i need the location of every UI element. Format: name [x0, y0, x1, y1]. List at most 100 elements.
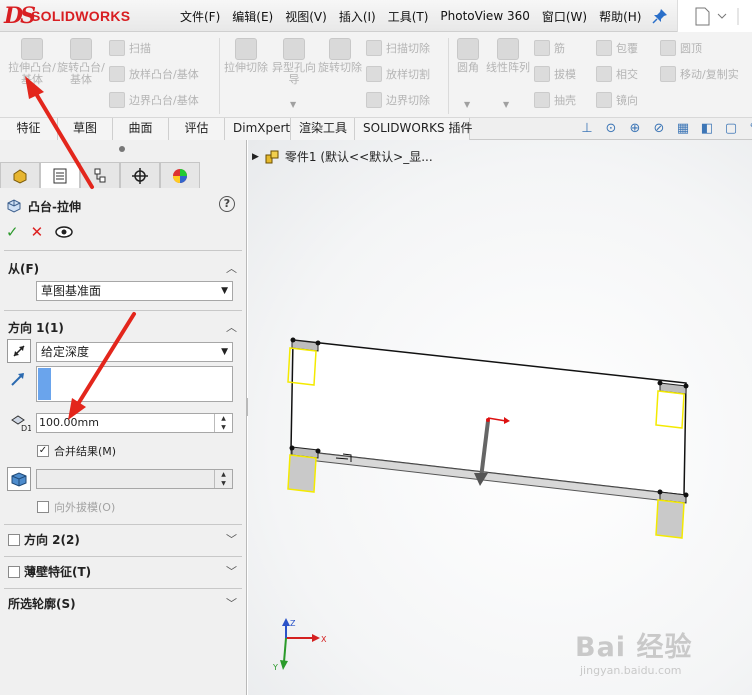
tab-sketch[interactable]: 草图: [58, 118, 113, 140]
reverse-direction-button[interactable]: [7, 339, 31, 363]
draft-outward-check[interactable]: [37, 501, 49, 513]
ok-checkmark-icon[interactable]: ✓: [6, 223, 19, 241]
zoom-area-icon[interactable]: ⊕: [626, 120, 644, 138]
hole-wizard-dropdown-icon[interactable]: ▼: [290, 100, 296, 109]
tab-evaluate[interactable]: 评估: [169, 118, 225, 140]
solidworks-logo[interactable]: DS SOLIDWORKS: [4, 3, 156, 29]
depth-input[interactable]: 100.00mm ▲ ▼: [36, 413, 233, 433]
menu-photoview[interactable]: PhotoView 360: [434, 9, 535, 23]
sweep-button[interactable]: 扫描: [109, 38, 151, 58]
svg-text:D1: D1: [21, 424, 31, 432]
intersect-button[interactable]: 相交: [596, 64, 638, 84]
dome-button[interactable]: 圆顶: [660, 38, 702, 58]
help-icon[interactable]: ?: [219, 196, 235, 212]
draft-spinner-arrows-icon[interactable]: ▲ ▼: [214, 470, 232, 488]
depth-spinner-arrows-icon[interactable]: ▲ ▼: [214, 414, 232, 432]
extrude-cut-button[interactable]: 拉伸切除: [222, 36, 270, 74]
loft-boss-button[interactable]: 放样凸台/基体: [109, 64, 199, 84]
revolve-cut-button[interactable]: 旋转切除: [316, 36, 364, 74]
dimxpert-manager-tab[interactable]: [120, 162, 160, 188]
menu-help[interactable]: 帮助(H): [593, 8, 647, 25]
display-manager-tab[interactable]: [160, 162, 200, 188]
tab-render-tools[interactable]: 渲染工具: [291, 118, 355, 140]
corner-box-bottom-right: [655, 491, 687, 539]
expand-chevron-down-icon[interactable]: ﹀: [226, 595, 237, 610]
tab-surfaces[interactable]: 曲面: [113, 118, 169, 140]
direction-reference-list[interactable]: [36, 366, 233, 402]
section-view-icon[interactable]: ▦: [674, 120, 692, 138]
linear-pattern-button[interactable]: 线性阵列: [484, 36, 532, 74]
shell-label: 抽壳: [554, 94, 576, 107]
view-orientation-icon[interactable]: ⊥: [578, 120, 596, 138]
draft-button[interactable]: 拔模: [534, 64, 576, 84]
edit-appearance-icon[interactable]: ✎: [746, 120, 752, 138]
hole-wizard-button[interactable]: 异型孔向导: [270, 36, 318, 86]
property-manager-tab[interactable]: [40, 162, 80, 188]
direction1-group-title[interactable]: 方向 1(1): [8, 319, 64, 336]
menu-tools[interactable]: 工具(T): [382, 8, 435, 25]
tab-dimxpert[interactable]: DimXpert: [225, 118, 291, 140]
tab-features[interactable]: 特征: [0, 118, 58, 140]
draft-angle-input[interactable]: ▲ ▼: [36, 469, 233, 489]
swept-cut-button[interactable]: 扫描切除: [366, 38, 430, 58]
expand-chevron-down-icon[interactable]: ﹀: [226, 531, 237, 546]
zoom-to-fit-icon[interactable]: ⊙: [602, 120, 620, 138]
boundary-boss-button[interactable]: 边界凸台/基体: [109, 90, 199, 110]
boundary-icon: [109, 92, 125, 108]
shell-icon: [534, 92, 550, 108]
menu-edit[interactable]: 编辑(E): [226, 8, 279, 25]
feature-manager-tab[interactable]: [0, 162, 40, 188]
thin-feature-checkbox[interactable]: [8, 565, 20, 578]
title-bar: DS SOLIDWORKS 文件(F) 编辑(E) 视图(V) 插入(I) 工具…: [0, 0, 752, 32]
tab-solidworks-addins[interactable]: SOLIDWORKS 插件: [355, 118, 472, 140]
lofted-cut-button[interactable]: 放样切割: [366, 64, 430, 84]
merge-result-check[interactable]: ✓: [37, 445, 49, 457]
panel-grip-handle[interactable]: [119, 146, 125, 152]
pattern-dropdown-icon[interactable]: ▼: [503, 100, 509, 109]
hide-show-icon[interactable]: ▢: [722, 120, 740, 138]
baidu-watermark-url: jingyan.baidu.com: [580, 664, 682, 677]
thin-feature-group-title[interactable]: 薄壁特征(T): [8, 563, 91, 580]
new-document-button[interactable]: [677, 0, 752, 32]
logo-text: SOLIDWORKS: [31, 8, 131, 24]
menu-view[interactable]: 视图(V): [279, 8, 333, 25]
detailed-preview-eye-icon[interactable]: [55, 226, 73, 238]
rib-button[interactable]: 筋: [534, 38, 565, 58]
from-group-title[interactable]: 从(F): [8, 260, 39, 277]
extrude-cut-label: 拉伸切除: [224, 61, 268, 74]
configuration-manager-tab[interactable]: [80, 162, 120, 188]
draft-toggle-button[interactable]: [7, 467, 31, 491]
from-start-condition-select[interactable]: 草图基准面 ▼: [36, 281, 233, 301]
wrap-button[interactable]: 包覆: [596, 38, 638, 58]
merge-result-checkbox[interactable]: ✓ 合并结果(M): [37, 443, 116, 459]
direction2-group-title[interactable]: 方向 2(2): [8, 531, 80, 548]
previous-view-icon[interactable]: ⊘: [650, 120, 668, 138]
shell-button[interactable]: 抽壳: [534, 90, 576, 110]
new-document-icon: [695, 7, 739, 26]
selected-contours-group-title[interactable]: 所选轮廓(S): [8, 595, 76, 612]
revolve-boss-button[interactable]: 旋转凸台/基体: [57, 36, 105, 86]
mirror-button[interactable]: 镜向: [596, 90, 638, 110]
lofted-cut-icon: [366, 66, 382, 82]
fillet-dropdown-icon[interactable]: ▼: [464, 100, 470, 109]
menu-file[interactable]: 文件(F): [174, 8, 226, 25]
menu-insert[interactable]: 插入(I): [333, 8, 382, 25]
direction2-checkbox[interactable]: [8, 533, 20, 546]
depth-value: 100.00mm: [39, 416, 99, 429]
pin-icon[interactable]: [652, 8, 668, 24]
corner-box-bottom-left: [287, 446, 319, 493]
configuration-icon: [94, 168, 106, 182]
collapse-chevron-up-icon[interactable]: ︿: [226, 260, 237, 275]
extrude-boss-button[interactable]: 拉伸凸台/基体: [8, 36, 56, 86]
expand-chevron-down-icon[interactable]: ﹀: [226, 563, 237, 578]
mirror-icon: [596, 92, 612, 108]
collapse-chevron-up-icon[interactable]: ︿: [226, 319, 237, 334]
move-copy-button[interactable]: 移动/复制实: [660, 64, 739, 84]
end-condition-select[interactable]: 给定深度 ▼: [36, 342, 233, 362]
display-style-icon[interactable]: ◧: [698, 120, 716, 138]
boundary-cut-button[interactable]: 边界切除: [366, 90, 430, 110]
draft-outward-checkbox[interactable]: 向外拔模(O): [37, 499, 115, 515]
cancel-x-icon[interactable]: ✕: [31, 223, 44, 241]
menu-window[interactable]: 窗口(W): [536, 8, 593, 25]
section-divider: [4, 250, 242, 251]
